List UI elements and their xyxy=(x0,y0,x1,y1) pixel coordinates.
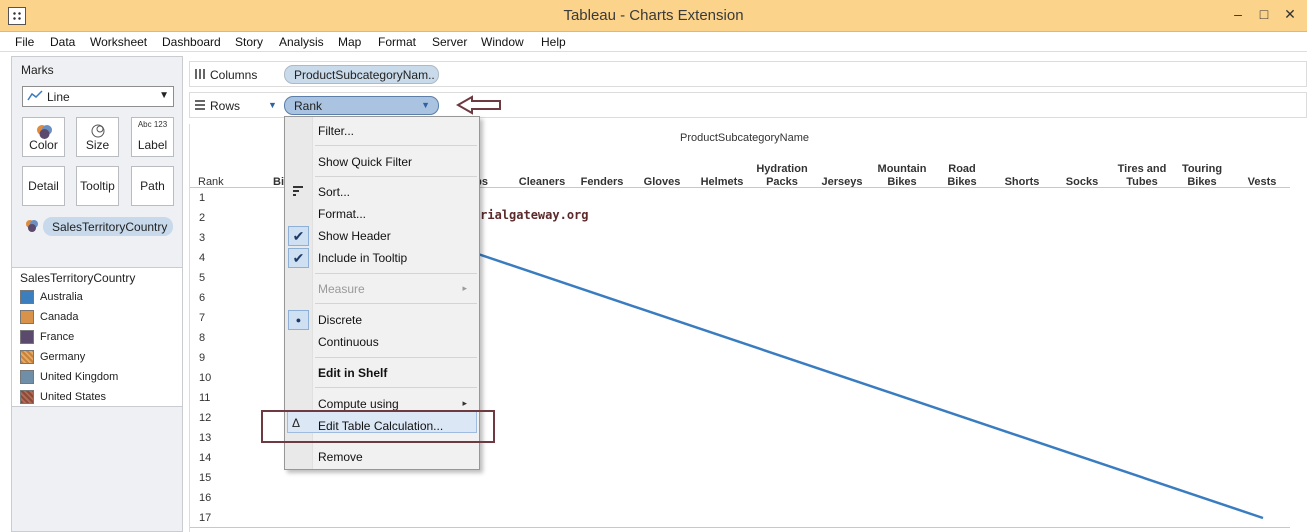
menu-separator xyxy=(315,387,477,388)
sort-icon xyxy=(293,186,303,196)
path-button[interactable]: Path xyxy=(131,166,174,206)
menu-item-format[interactable]: Format... xyxy=(318,207,366,221)
legend-title: SalesTerritoryCountry xyxy=(20,271,136,285)
columns-icon xyxy=(195,69,205,79)
menu-item-remove[interactable]: Remove xyxy=(318,450,363,464)
columns-shelf-label: Columns xyxy=(210,68,258,82)
menu-analysis[interactable]: Analysis xyxy=(279,35,324,49)
mark-type-dropdown[interactable]: Line ▼ xyxy=(22,86,174,107)
legend-label: France xyxy=(40,331,75,343)
legend-label: United States xyxy=(40,391,107,403)
menu-item-filter[interactable]: Filter... xyxy=(318,124,354,138)
check-icon: ✔ xyxy=(288,248,309,268)
color-button-label: Color xyxy=(29,138,58,152)
window-title: Tableau - Charts Extension xyxy=(563,7,744,24)
maximize-button[interactable]: □ xyxy=(1253,6,1275,22)
submenu-arrow-icon: ▸ xyxy=(462,398,467,408)
detail-button[interactable]: Detail xyxy=(22,166,65,206)
close-button[interactable]: ✕ xyxy=(1279,6,1301,23)
rows-dropdown-icon[interactable]: ▼ xyxy=(268,100,277,110)
mark-type-value: Line xyxy=(47,90,70,104)
marks-card-title: Marks xyxy=(21,63,54,77)
label-button-label: Label xyxy=(137,138,168,152)
rows-icon xyxy=(195,100,205,110)
chevron-down-icon: ▼ xyxy=(159,90,169,101)
color-encoding-icon xyxy=(26,220,38,232)
legend-swatch xyxy=(20,310,34,324)
size-button-label: Size xyxy=(85,138,110,152)
menu-format[interactable]: Format xyxy=(378,35,416,49)
menu-server[interactable]: Server xyxy=(432,35,467,49)
legend-label: Canada xyxy=(40,311,79,323)
legend-swatch xyxy=(20,330,34,344)
menu-separator xyxy=(315,303,477,304)
legend-label: Australia xyxy=(40,291,83,303)
rows-shelf-label: Rows xyxy=(210,99,241,113)
menu-item-measure: Measure xyxy=(318,282,365,296)
menu-item-include-in-tooltip[interactable]: Include in Tooltip xyxy=(318,251,407,265)
legend-label: United Kingdom xyxy=(40,371,119,383)
menu-worksheet[interactable]: Worksheet xyxy=(90,35,147,49)
menu-item-continuous[interactable]: Continuous xyxy=(318,335,379,349)
annotation-highlight-box xyxy=(261,410,495,443)
menu-map[interactable]: Map xyxy=(338,35,361,49)
legend-label: Germany xyxy=(40,351,86,363)
submenu-arrow-icon: ▸ xyxy=(462,283,467,293)
path-button-label: Path xyxy=(140,179,165,193)
menu-item-edit-in-shelf[interactable]: Edit in Shelf xyxy=(318,366,387,380)
annotation-arrow-icon xyxy=(456,95,501,115)
color-legend: SalesTerritoryCountry Australia Canada F… xyxy=(12,267,182,407)
label-icon: Abc 123 xyxy=(137,120,168,129)
check-icon: ✔ xyxy=(288,226,309,246)
left-pane: Marks Line ▼ Color Size Abc 123 Label De… xyxy=(11,56,183,532)
menu-item-show-header[interactable]: Show Header xyxy=(318,229,391,243)
menu-separator xyxy=(315,176,477,177)
menu-story[interactable]: Story xyxy=(235,35,263,49)
legend-swatch xyxy=(20,390,34,404)
menu-data[interactable]: Data xyxy=(50,35,75,49)
menu-separator xyxy=(315,357,477,358)
legend-swatch xyxy=(20,350,34,364)
line-mark-icon xyxy=(27,90,43,101)
tooltip-button[interactable]: Tooltip xyxy=(76,166,119,206)
columns-shelf[interactable]: Columns ProductSubcategoryNam.. xyxy=(189,61,1307,87)
detail-button-label: Detail xyxy=(28,179,59,193)
country-line xyxy=(474,251,1264,520)
color-field-pill[interactable]: SalesTerritoryCountry xyxy=(43,217,173,236)
menu-separator xyxy=(315,273,477,274)
menu-bar: File Data Worksheet Dashboard Story Anal… xyxy=(0,32,1307,52)
menu-item-show-quick-filter[interactable]: Show Quick Filter xyxy=(318,155,412,169)
color-button[interactable]: Color xyxy=(22,117,65,157)
columns-field-pill[interactable]: ProductSubcategoryNam.. xyxy=(284,65,439,84)
menu-window[interactable]: Window xyxy=(481,35,524,49)
tooltip-button-label: Tooltip xyxy=(80,179,115,193)
menu-help[interactable]: Help xyxy=(541,35,566,49)
rows-pill-label: Rank xyxy=(294,99,323,113)
rows-shelf[interactable]: Rows ▼ Rank ▼ xyxy=(189,92,1307,118)
label-button[interactable]: Abc 123 Label xyxy=(131,117,174,157)
legend-swatch xyxy=(20,370,34,384)
menu-separator xyxy=(315,145,477,146)
menu-item-discrete[interactable]: Discrete xyxy=(318,313,362,327)
legend-swatch xyxy=(20,290,34,304)
rows-field-pill[interactable]: Rank ▼ xyxy=(284,96,439,115)
menu-item-sort[interactable]: Sort... xyxy=(318,185,350,199)
radio-selected-icon: ● xyxy=(288,310,309,330)
menu-item-compute-using[interactable]: Compute using xyxy=(318,397,399,411)
size-button[interactable]: Size xyxy=(76,117,119,157)
title-bar: Tableau - Charts Extension – □ ✕ xyxy=(0,0,1307,32)
menu-dashboard[interactable]: Dashboard xyxy=(162,35,221,49)
chevron-down-icon[interactable]: ▼ xyxy=(421,100,430,110)
minimize-button[interactable]: – xyxy=(1227,6,1249,22)
bottom-divider xyxy=(190,527,1290,528)
menu-file[interactable]: File xyxy=(15,35,34,49)
